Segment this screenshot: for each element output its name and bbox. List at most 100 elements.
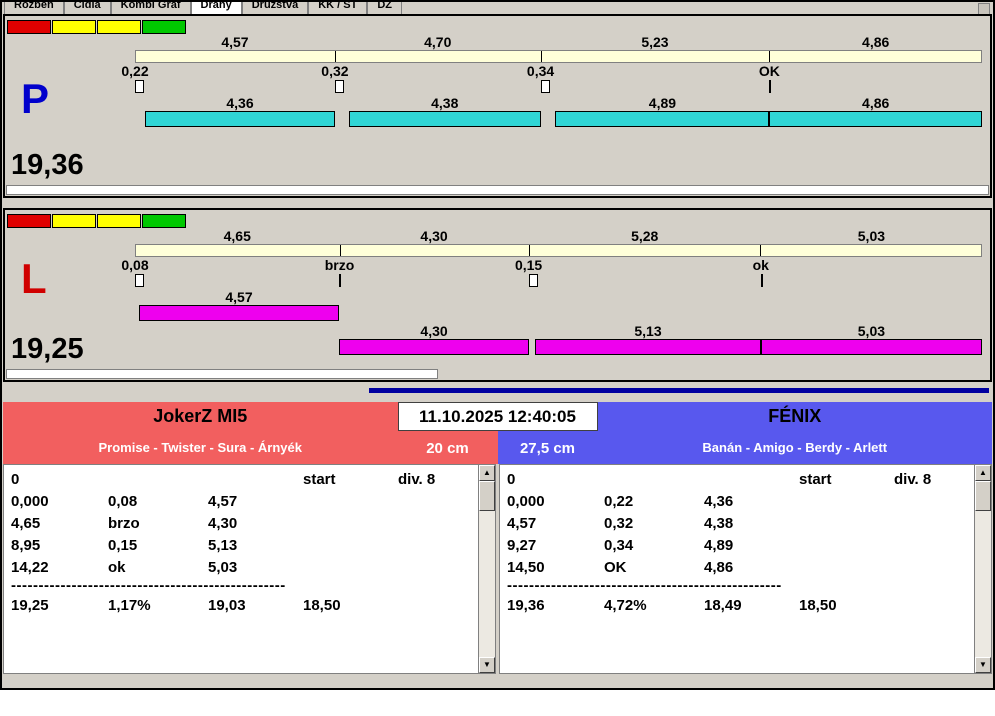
tab-Kombi Graf[interactable]: Kombi Graf	[110, 2, 191, 14]
table-cell: 9,27	[507, 537, 537, 554]
table-cell: 4,57	[208, 493, 238, 510]
start-light-4	[142, 214, 186, 228]
segment-tick	[340, 245, 341, 256]
table-cell	[398, 557, 474, 579]
run-time-label: 4,30	[420, 323, 448, 339]
split-time-label: 4,65	[223, 228, 251, 244]
cross-time-labels: 0,22 0,32 0,34 OK	[121, 63, 982, 79]
table-cell: 0,22	[604, 493, 634, 510]
start-header-cell: start	[799, 471, 832, 488]
tab-Rozběh[interactable]: Rozběh	[4, 2, 64, 14]
total-cell: 4,72%	[604, 597, 647, 614]
start-light-1	[7, 20, 51, 34]
table-cell	[398, 491, 474, 513]
cross-time-label: 0,15	[514, 257, 543, 273]
segment-tick	[768, 51, 770, 62]
cross-time-label: OK	[758, 63, 780, 79]
segment-tick	[528, 245, 530, 256]
progress-bar	[368, 388, 989, 393]
total-cell: 1,17%	[108, 597, 151, 614]
split-time-label: 4,86	[862, 34, 890, 50]
table-cell: 0,34	[604, 537, 634, 554]
start-light-2	[52, 214, 96, 228]
cross-marker-line	[769, 80, 772, 93]
start-light-4	[142, 20, 186, 34]
status-strip-p	[6, 185, 989, 195]
table-cell: 4,36	[704, 493, 734, 510]
scroll-down-icon[interactable]: ▼	[479, 657, 495, 673]
total-cell: 18,50	[303, 597, 341, 614]
table-cell: 0,08	[108, 493, 138, 510]
table-cell: 5,03	[208, 559, 238, 576]
lane-letter-l: L	[21, 255, 47, 302]
cross-time-label: ok	[752, 257, 769, 273]
table-cell	[799, 491, 894, 513]
table-cell: 4,65	[11, 515, 41, 532]
total-time-bar	[135, 244, 982, 257]
run-time-label: 4,86	[862, 95, 890, 111]
segment-tick	[760, 245, 762, 256]
tab-Čidla[interactable]: Čidla	[63, 2, 111, 14]
run-time-labels: 4,30 5,13 5,03	[135, 323, 982, 339]
table-cell	[303, 535, 398, 557]
cross-marker-line	[760, 274, 763, 287]
scroll-down-icon[interactable]: ▼	[975, 657, 991, 673]
cross-markers	[135, 273, 982, 289]
results-table-left: 0 start div. 8 0,000 0,08 4,57 4,65 brzo 4,30 8,9…	[11, 469, 474, 617]
table-cell: 8,95	[11, 537, 41, 554]
table-cell	[398, 513, 474, 535]
table-cell	[894, 579, 970, 595]
tab-KK / ST[interactable]: KK / ST	[308, 2, 368, 14]
table-separator: ----------------------------------------…	[11, 579, 286, 594]
tab-DZ[interactable]: DZ	[367, 2, 402, 14]
split-time-label: 4,30	[420, 228, 448, 244]
scroll-thumb[interactable]	[975, 481, 991, 511]
tab-Družstva[interactable]: Družstva	[241, 2, 309, 14]
scroll-up-icon[interactable]: ▲	[479, 465, 495, 481]
scroll-up-icon[interactable]: ▲	[975, 465, 991, 481]
table-cell	[303, 491, 398, 513]
lane-total-l: 19,25	[11, 333, 84, 365]
split-time-label: 4,70	[424, 34, 452, 50]
cross-time-label: 0,08	[121, 257, 149, 273]
split-time-label: 5,23	[641, 34, 669, 50]
table-separator: ----------------------------------------…	[507, 579, 782, 594]
total-cell: 19,25	[11, 597, 49, 614]
table-cell: ok	[108, 559, 126, 576]
results-panel-left: 0 start div. 8 0,000 0,08 4,57 4,65 brzo 4,30 8,9…	[3, 464, 496, 674]
table-cell	[894, 535, 970, 557]
start-light-1	[7, 214, 51, 228]
table-cell: OK	[604, 559, 627, 576]
run-time-bars	[135, 339, 982, 357]
cross-time-labels: 0,08 brzo 0,15 ok	[121, 257, 982, 273]
scrollbar-right[interactable]: ▲ ▼	[974, 465, 991, 673]
table-cell	[894, 595, 970, 617]
cross-marker-box	[334, 80, 344, 93]
run-time-bar	[348, 111, 541, 127]
table-cell	[108, 469, 208, 491]
table-cell	[894, 491, 970, 513]
cross-time-label: 0,34	[526, 63, 555, 79]
division-cell: div. 8	[894, 471, 932, 488]
table-cell: 4,38	[704, 515, 734, 532]
start-light-2	[52, 20, 96, 34]
scrollbar-left[interactable]: ▲ ▼	[478, 465, 495, 673]
table-cell: 4,57	[507, 515, 537, 532]
table-cell	[799, 579, 894, 595]
run-time-label: 4,38	[431, 95, 459, 111]
run-time-bar	[555, 111, 770, 127]
cross-time-label: brzo	[324, 257, 355, 273]
total-cell: 18,49	[704, 597, 742, 614]
lane-letter-p: P	[21, 75, 50, 122]
table-cell	[799, 513, 894, 535]
tab-Dráhy[interactable]: Dráhy	[190, 2, 242, 14]
run-time-bar	[339, 339, 529, 355]
start-lights-p	[7, 20, 187, 34]
table-cell: 14,22	[11, 559, 49, 576]
division-cell: div. 8	[398, 471, 436, 488]
table-cell	[894, 557, 970, 579]
lane-track-p: 4,57 4,70 5,23 4,86 0,22 0,32 0,34 OK 4,36 4,38 4,…	[121, 34, 982, 129]
run-time-bar	[138, 305, 340, 321]
lane-split-labels: 4,65 4,30 5,28 5,03	[135, 228, 982, 244]
scroll-thumb[interactable]	[479, 481, 495, 511]
